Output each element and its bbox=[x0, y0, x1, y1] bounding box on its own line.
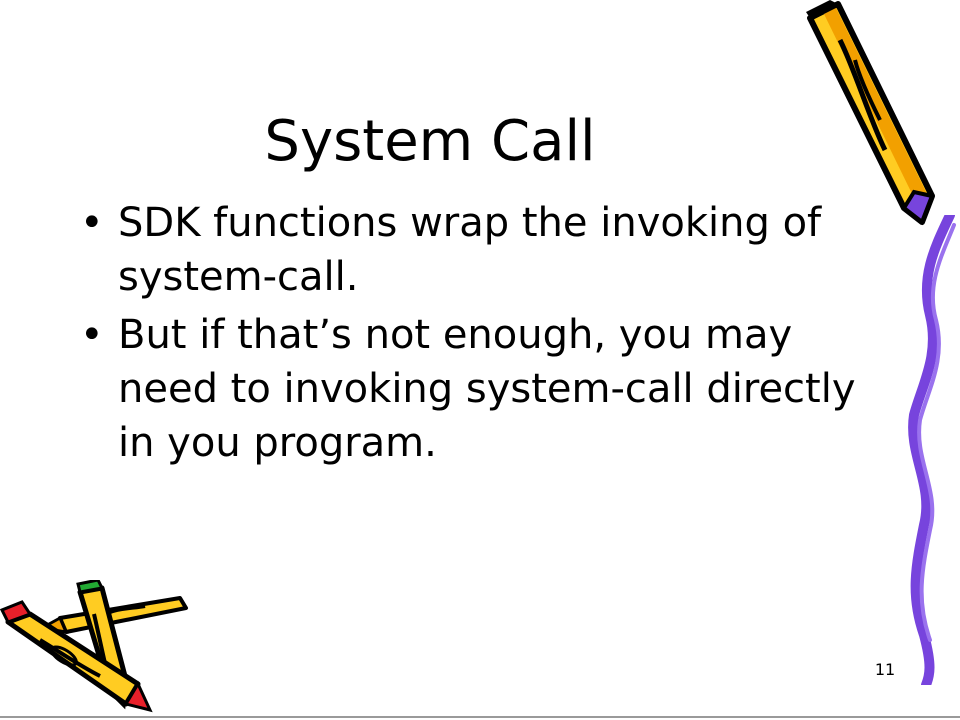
purple-ribbon-decoration bbox=[908, 215, 956, 685]
bullet-text: SDK functions wrap the invoking of syste… bbox=[118, 200, 822, 300]
bullet-text: But if that’s not enough, you may need t… bbox=[118, 312, 856, 466]
slide: System Call • SDK functions wrap the inv… bbox=[0, 0, 960, 720]
slide-title: System Call bbox=[264, 109, 596, 174]
bullet-item: • SDK functions wrap the invoking of sys… bbox=[80, 196, 880, 304]
bullet-list: • SDK functions wrap the invoking of sys… bbox=[80, 196, 880, 474]
bullet-marker: • bbox=[80, 312, 104, 358]
bullet-marker: • bbox=[80, 200, 104, 246]
bullet-item: • But if that’s not enough, you may need… bbox=[80, 308, 880, 470]
pencils-clipart-bottom-left bbox=[0, 580, 188, 713]
slide-bottom-border bbox=[0, 716, 960, 718]
slide-number: 11 bbox=[874, 660, 896, 679]
